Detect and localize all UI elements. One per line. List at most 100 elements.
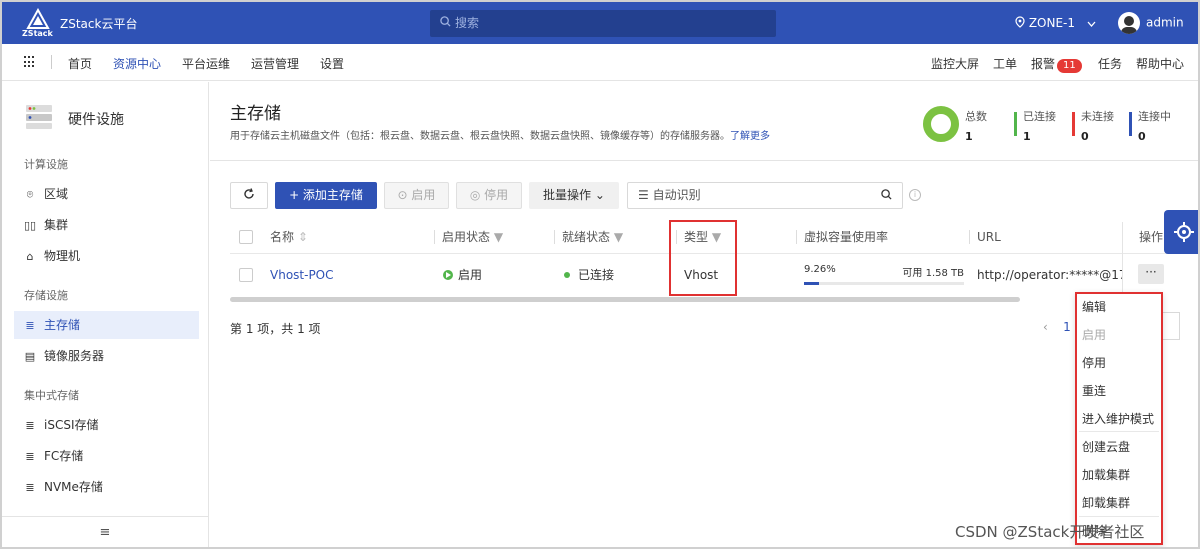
- nav-alarms[interactable]: 报警 11: [1031, 55, 1082, 73]
- nav-item-settings[interactable]: 设置: [320, 55, 344, 72]
- sidebar-item-primary-storage[interactable]: ≣ 主存储: [14, 311, 199, 339]
- stop-circle-icon: ◎: [469, 188, 485, 202]
- search-placeholder: 搜索: [455, 16, 480, 30]
- col-ready-state[interactable]: 就绪状态 ▼: [562, 222, 623, 254]
- collapse-icon: ≡: [99, 525, 111, 540]
- chevron-down-icon: ⌄: [591, 188, 605, 202]
- col-divider: [796, 230, 797, 244]
- nav-help-center[interactable]: 帮助中心: [1136, 55, 1184, 72]
- usage-progress-bar: [804, 282, 964, 285]
- sidebar-item-image-server[interactable]: ▤ 镜像服务器: [14, 342, 199, 370]
- nav-item-platform-ops[interactable]: 平台运维: [182, 55, 230, 72]
- filter-input[interactable]: ☰ 自动识别: [627, 182, 903, 209]
- info-icon[interactable]: i: [909, 189, 921, 201]
- nav-alarms-label: 报警: [1031, 57, 1056, 71]
- app-grid-icon[interactable]: [24, 56, 36, 68]
- avatar: [1118, 12, 1140, 34]
- col-name[interactable]: 名称 ⇕: [270, 222, 308, 254]
- col-url[interactable]: URL: [977, 222, 1001, 254]
- app-window: ZStack ZStack云平台 搜索 ZONE-1 admin 首页 资源中心: [0, 0, 1200, 549]
- select-all-checkbox[interactable]: [239, 230, 253, 244]
- zstack-logo[interactable]: ZStack: [20, 7, 56, 38]
- filter-placeholder: 自动识别: [652, 188, 701, 202]
- sidebar-item-label: FC存储: [44, 449, 84, 463]
- ready-state-cell: 已连接: [564, 255, 614, 295]
- sidebar-item-label: 物理机: [44, 249, 81, 263]
- col-actions: 操作: [1139, 230, 1164, 244]
- enabled-status-icon: [443, 270, 453, 280]
- stat-value: 1: [1023, 130, 1031, 143]
- top-bar: ZStack ZStack云平台 搜索 ZONE-1 admin: [2, 2, 1198, 44]
- usage-percent: 9.26%: [804, 264, 836, 275]
- logo-mark-icon: [26, 7, 50, 29]
- header-divider: [210, 160, 1198, 161]
- sidebar: 硬件设施 计算设施 ⌾ 区域 ▯▯ 集群 ⌂ 物理机 存储设施 ≣ 主存储 ▤ 镜像服务器…: [2, 82, 209, 547]
- collapse-sidebar-button[interactable]: ≡: [2, 516, 208, 547]
- nav-monitor-screen[interactable]: 监控大屏: [931, 55, 979, 72]
- database-icon: ≣: [25, 481, 35, 494]
- zone-name: ZONE-1: [1028, 16, 1076, 30]
- page-number[interactable]: 1: [1063, 320, 1071, 334]
- location-pin-icon: ⌾: [26, 188, 34, 201]
- sidebar-item-host[interactable]: ⌂ 物理机: [14, 242, 199, 270]
- nav-item-home[interactable]: 首页: [68, 55, 92, 72]
- learn-more-link[interactable]: 了解更多: [730, 131, 770, 142]
- storage-name-link[interactable]: Vhost-POC: [270, 255, 334, 295]
- database-icon: ≣: [25, 319, 35, 332]
- prev-page-icon[interactable]: ‹: [1043, 320, 1048, 334]
- filter-icon: ▼: [613, 230, 624, 244]
- filter-icon: ▼: [493, 230, 504, 244]
- zone-selector[interactable]: ZONE-1: [1015, 16, 1096, 30]
- add-primary-storage-button[interactable]: + 添加主存储: [275, 182, 377, 209]
- usage-available: 可用 1.58 TB: [902, 268, 964, 279]
- col-name-label: 名称: [270, 230, 295, 244]
- enable-state-text: 启用: [458, 268, 483, 282]
- enable-button[interactable]: ⊙ 启用: [384, 182, 449, 209]
- stat-label: 已连接: [1023, 110, 1056, 123]
- refresh-button[interactable]: [230, 182, 268, 209]
- row-checkbox[interactable]: [239, 268, 253, 282]
- sidebar-item-cluster[interactable]: ▯▯ 集群: [14, 211, 199, 239]
- sidebar-item-label: 镜像服务器: [44, 349, 105, 363]
- page-description-text: 用于存储云主机磁盘文件（包括：根云盘、数据云盘、根云盘快照、数据云盘快照、镜像缓…: [230, 131, 730, 142]
- sidebar-item-nvme[interactable]: ≣ NVMe存储: [14, 473, 199, 501]
- stat-label: 总数: [965, 110, 987, 123]
- horizontal-scrollbar[interactable]: [230, 297, 1020, 302]
- play-circle-icon: ⊙: [397, 188, 412, 202]
- global-search-input[interactable]: 搜索: [430, 10, 776, 37]
- search-icon: [440, 10, 451, 37]
- sidebar-item-zone[interactable]: ⌾ 区域: [14, 180, 199, 208]
- search-icon[interactable]: [881, 183, 892, 208]
- location-pin-icon: [1015, 16, 1029, 30]
- col-enable-state[interactable]: 启用状态 ▼: [442, 222, 503, 254]
- nav-tasks[interactable]: 任务: [1098, 55, 1122, 72]
- col-usage[interactable]: 虚拟容量使用率: [804, 222, 888, 254]
- table-summary: 第 1 项，共 1 项: [230, 322, 321, 336]
- connecting-indicator: [1129, 112, 1132, 136]
- user-menu[interactable]: admin: [1118, 12, 1184, 34]
- enable-button-label: 启用: [411, 188, 436, 202]
- server-icon: ▤: [24, 350, 36, 363]
- fixed-column-divider: [1122, 222, 1123, 298]
- nav-item-operations[interactable]: 运营管理: [251, 55, 299, 72]
- row-more-actions-button[interactable]: ···: [1138, 264, 1164, 284]
- settings-float-button[interactable]: [1164, 210, 1198, 254]
- stat-value: 0: [1081, 130, 1089, 143]
- disable-button[interactable]: ◎ 停用: [456, 182, 522, 209]
- stat-label: 连接中: [1138, 110, 1171, 123]
- batch-actions-dropdown[interactable]: 批量操作 ⌄: [529, 182, 619, 209]
- page-size-select[interactable]: [1162, 312, 1180, 340]
- usage-progress-fill: [804, 282, 819, 285]
- nav-tickets[interactable]: 工单: [993, 55, 1017, 72]
- stat-total: 总数 1: [965, 108, 987, 143]
- stat-connecting: 连接中 0: [1138, 108, 1171, 143]
- sort-icon: ⇕: [297, 230, 308, 244]
- host-icon: ⌂: [26, 250, 34, 263]
- col-ready-state-label: 就绪状态: [562, 230, 611, 244]
- logo-text: ZStack: [22, 29, 53, 38]
- sidebar-item-iscsi[interactable]: ≣ iSCSI存储: [14, 411, 199, 439]
- sidebar-item-label: iSCSI存储: [44, 418, 99, 432]
- nav-item-resource-center[interactable]: 资源中心: [113, 55, 161, 72]
- ready-state-text: 已连接: [578, 268, 615, 282]
- sidebar-item-fc[interactable]: ≣ FC存储: [14, 442, 199, 470]
